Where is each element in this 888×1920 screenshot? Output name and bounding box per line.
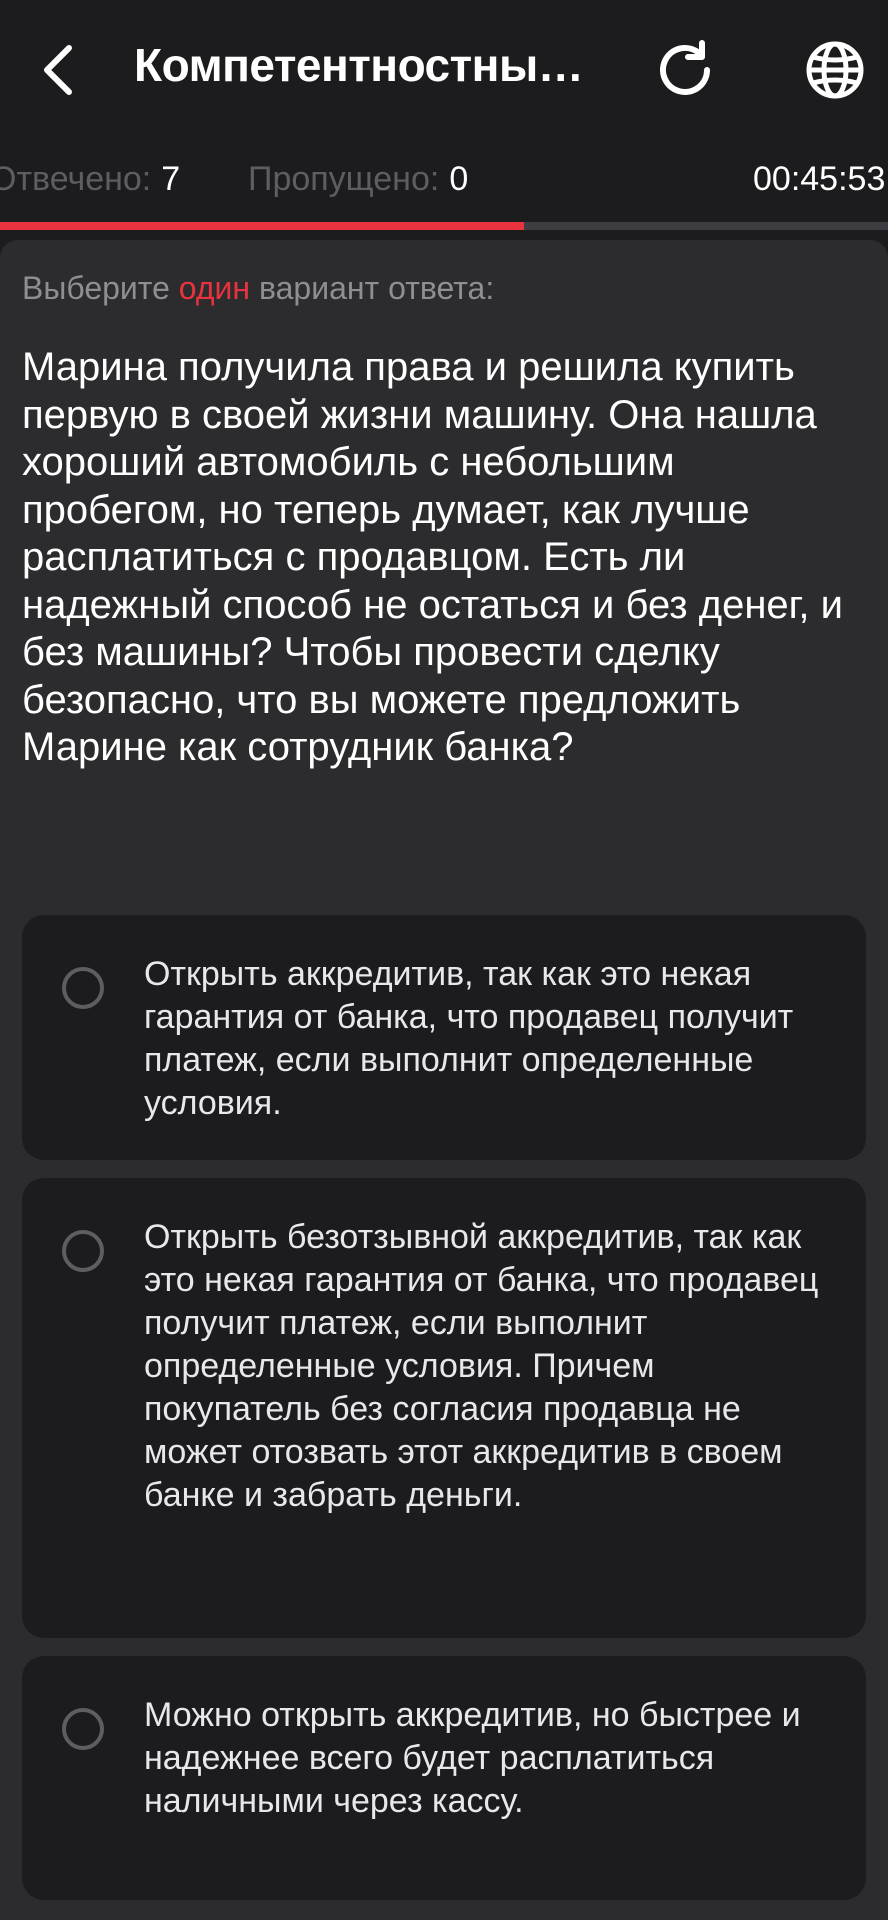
- progress-bar: [0, 222, 888, 230]
- page-title: Компетентностны…: [134, 39, 584, 91]
- answer-option-text: Можно открыть аккредитив, но быстрее и н…: [144, 1696, 801, 1820]
- globe-icon: [806, 41, 864, 99]
- answer-option[interactable]: Открыть аккредитив, так как это некая га…: [22, 915, 866, 1160]
- instruction-text: Выберите: [22, 270, 170, 306]
- stats-row: Отвечено: 7 Пропущено: 0 00:45:53: [0, 160, 888, 210]
- skipped-label: Пропущено:: [248, 160, 440, 198]
- instruction-accent: один: [178, 270, 251, 306]
- answered-stat: Отвечено: 7: [0, 160, 180, 199]
- answered-label: Отвечено:: [0, 160, 152, 198]
- app-root: Компетентностны… Отвечено: 7 Пропущено: 0 …: [0, 0, 888, 1920]
- refresh-icon: [660, 40, 710, 95]
- chevron-left-icon: [44, 45, 72, 95]
- question-card: Выберите один вариант ответа: Марина пол…: [0, 240, 888, 1920]
- radio-button[interactable]: [62, 967, 104, 1009]
- progress-fill: [0, 222, 524, 230]
- timer: 00:45:53: [753, 160, 886, 198]
- skipped-stat: Пропущено: 0: [248, 160, 468, 199]
- answer-option[interactable]: Открыть безотзывной аккредитив, так как …: [22, 1178, 866, 1638]
- answered-count: 7: [161, 160, 181, 198]
- answer-option-text: Открыть аккредитив, так как это некая га…: [144, 955, 794, 1122]
- question-text: Марина получила права и решила купить пе…: [22, 345, 843, 769]
- answer-option-text: Открыть безотзывной аккредитив, так как …: [144, 1218, 819, 1514]
- answer-instruction: Выберите один вариант ответа:: [22, 270, 494, 307]
- radio-button[interactable]: [62, 1708, 104, 1750]
- language-button[interactable]: [795, 30, 875, 110]
- radio-button[interactable]: [62, 1230, 104, 1272]
- refresh-button[interactable]: [645, 30, 725, 110]
- answer-option[interactable]: Можно открыть аккредитив, но быстрее и н…: [22, 1656, 866, 1900]
- skipped-count: 0: [449, 160, 469, 198]
- back-button[interactable]: [18, 30, 98, 110]
- instruction-text-end: вариант ответа:: [258, 270, 495, 306]
- app-header: Компетентностны…: [0, 0, 888, 140]
